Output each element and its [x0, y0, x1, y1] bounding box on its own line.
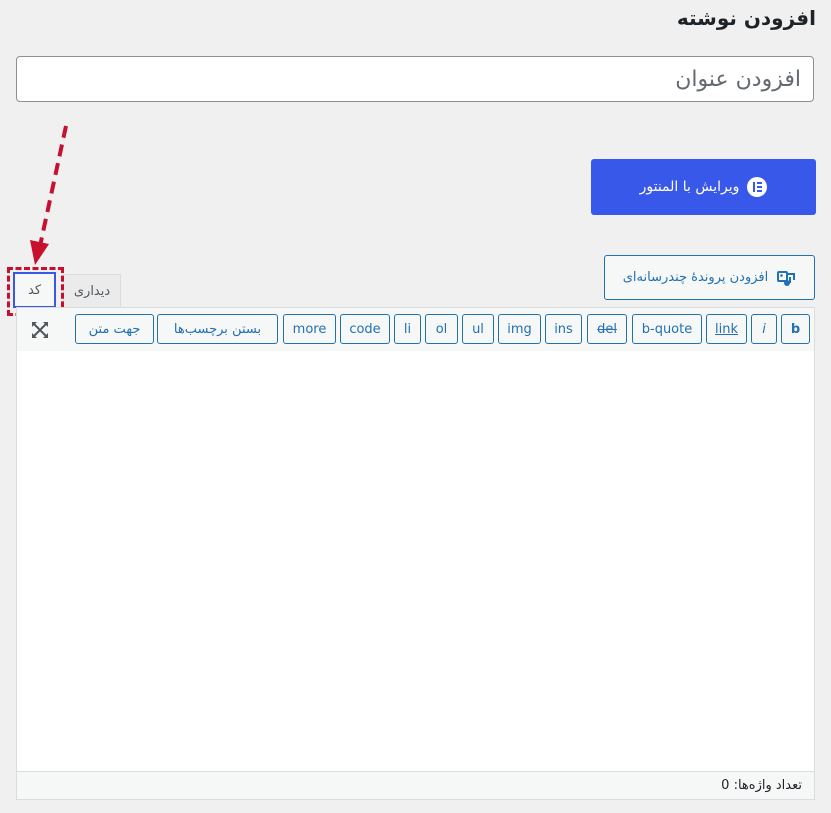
tab-visual[interactable]: دیداری [63, 274, 121, 308]
code-editor: جهت متن بستن برچسب‌ها more code li ol ul… [16, 307, 815, 800]
del-button[interactable]: del [587, 314, 627, 344]
blockquote-label: b-quote [641, 321, 693, 337]
italic-button[interactable]: i [751, 314, 777, 344]
li-button[interactable]: li [394, 314, 421, 344]
ul-label: ul [472, 321, 484, 337]
ins-button[interactable]: ins [545, 314, 582, 344]
ul-button[interactable]: ul [462, 314, 494, 344]
li-label: li [403, 321, 412, 337]
close-tags-label: بستن برچسب‌ها [173, 321, 262, 337]
link-label: link [715, 321, 738, 337]
more-button[interactable]: more [283, 314, 336, 344]
italic-label: i [762, 321, 766, 337]
add-media-button[interactable]: افزودن پروندهٔ چندرسانه‌ای [604, 255, 815, 300]
code-label: code [349, 321, 381, 337]
more-label: more [292, 321, 327, 337]
text-direction-button[interactable]: جهت متن [75, 314, 154, 344]
word-count: تعداد واژه‌ها: 0 [721, 778, 802, 793]
fullscreen-icon[interactable] [30, 320, 50, 340]
ol-button[interactable]: ol [425, 314, 458, 344]
link-button[interactable]: link [706, 314, 747, 344]
blockquote-button[interactable]: b-quote [632, 314, 702, 344]
ol-label: ol [435, 321, 448, 337]
del-label: del [597, 321, 617, 337]
media-icon [777, 270, 796, 286]
edit-with-elementor-label: ویرایش با المنتور [639, 179, 740, 195]
close-tags-button[interactable]: بستن برچسب‌ها [157, 314, 278, 344]
status-bar: تعداد واژه‌ها: 0 [17, 771, 814, 799]
ins-label: ins [554, 321, 573, 337]
add-media-label: افزودن پروندهٔ چندرسانه‌ای [622, 270, 769, 285]
edit-with-elementor-button[interactable]: ویرایش با المنتور [591, 159, 816, 215]
img-label: img [507, 321, 532, 337]
bold-button[interactable]: b [781, 314, 810, 344]
bold-label: b [790, 321, 801, 337]
elementor-icon [747, 177, 768, 197]
code-button[interactable]: code [340, 314, 390, 344]
text-direction-label: جهت متن [88, 321, 141, 337]
content-textarea[interactable] [17, 351, 814, 771]
tab-visual-label: دیداری [73, 284, 111, 299]
page-title: افزودن نوشته [676, 6, 816, 30]
post-title-input[interactable] [16, 56, 814, 102]
img-button[interactable]: img [498, 314, 541, 344]
quicktags-toolbar: جهت متن بستن برچسب‌ها more code li ol ul… [17, 308, 814, 352]
